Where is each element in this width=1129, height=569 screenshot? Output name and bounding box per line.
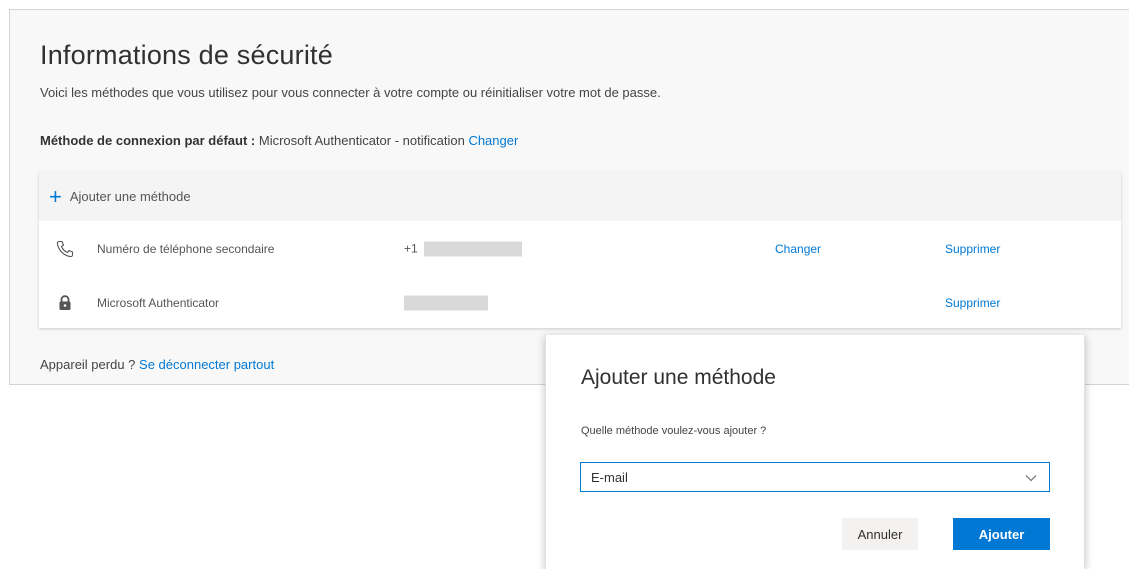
method-row-secondary-phone: Numéro de téléphone secondaire +1 Change… [39, 222, 1121, 275]
add-button[interactable]: Ajouter [953, 518, 1050, 550]
phone-prefix: +1 [404, 241, 418, 256]
dialog-question: Quelle méthode voulez-vous ajouter ? [581, 425, 767, 437]
change-phone-link[interactable]: Changer [775, 242, 821, 256]
default-method-line: Méthode de connexion par défaut : Micros… [40, 133, 518, 148]
delete-authenticator-link[interactable]: Supprimer [945, 296, 1000, 310]
chevron-down-icon [1025, 471, 1037, 489]
page-title: Informations de sécurité [40, 40, 333, 70]
methods-list: + Ajouter une méthode Numéro de téléphon… [39, 172, 1121, 328]
delete-phone-link[interactable]: Supprimer [945, 242, 1000, 256]
add-method-label: Ajouter une méthode [69, 189, 191, 204]
lost-device-text: Appareil perdu ? [40, 357, 136, 372]
method-row-authenticator: Microsoft Authenticator Supprimer [39, 276, 1121, 329]
method-value: +1 [404, 241, 522, 256]
method-label: Microsoft Authenticator [97, 295, 220, 310]
page-subtitle: Voici les méthodes que vous utilisez pou… [40, 85, 661, 100]
security-info-panel: Informations de sécurité Voici les métho… [9, 9, 1129, 385]
default-method-value: Microsoft Authenticator - notification [258, 133, 465, 148]
method-select-value: E-mail [591, 469, 628, 485]
add-method-dialog: Ajouter une méthode Quelle méthode voule… [545, 335, 1085, 569]
method-select[interactable]: E-mail [580, 462, 1050, 492]
add-method-button[interactable]: + Ajouter une méthode [39, 172, 1121, 221]
redacted-phone-number [423, 241, 522, 256]
default-method-label: Méthode de connexion par défaut : [40, 133, 256, 148]
dialog-title: Ajouter une méthode [581, 366, 776, 389]
lock-icon [53, 291, 77, 315]
plus-icon: + [49, 183, 62, 209]
default-method-change-link[interactable]: Changer [468, 133, 518, 148]
redacted-device-name [404, 295, 488, 310]
cancel-button[interactable]: Annuler [842, 518, 918, 550]
lost-device-line: Appareil perdu ? Se déconnecter partout [40, 357, 274, 372]
phone-icon [53, 237, 77, 261]
method-label: Numéro de téléphone secondaire [97, 241, 275, 256]
method-value [404, 295, 488, 310]
sign-out-everywhere-link[interactable]: Se déconnecter partout [139, 357, 274, 372]
